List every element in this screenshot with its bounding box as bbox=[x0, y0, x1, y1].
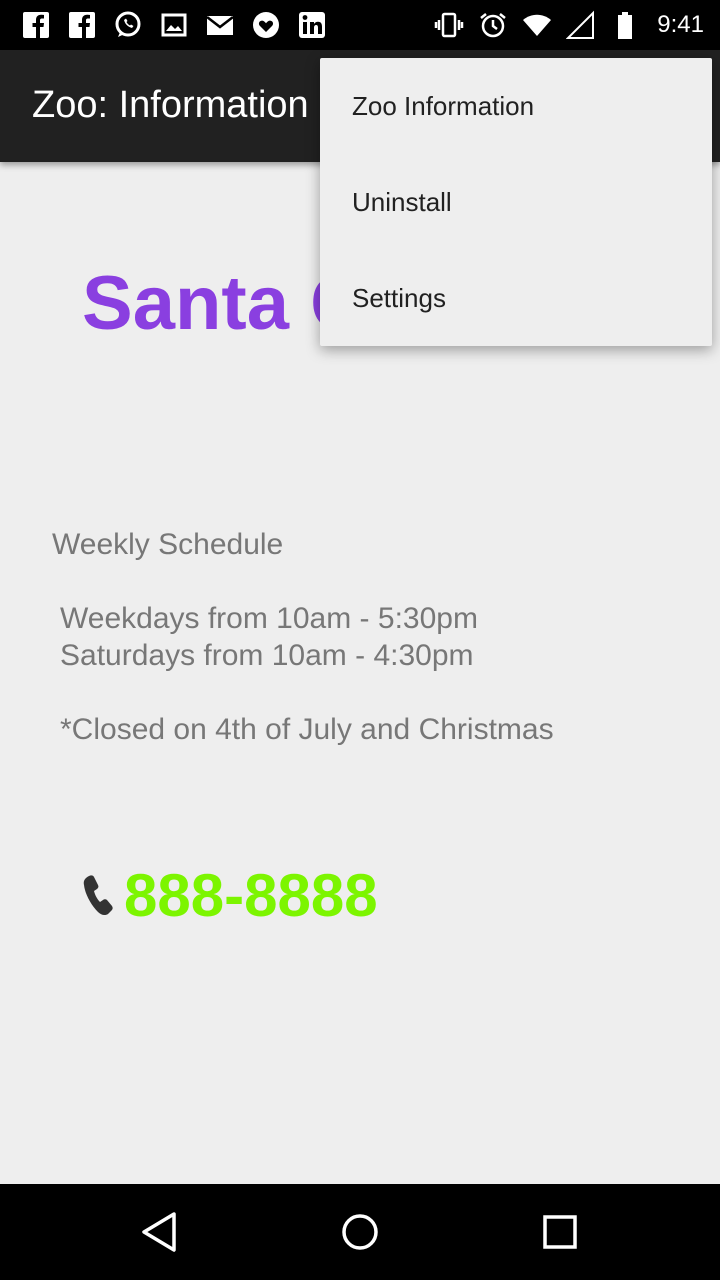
overflow-menu: Zoo Information Uninstall Settings bbox=[320, 58, 712, 346]
mail-icon bbox=[204, 9, 236, 41]
recent-apps-button[interactable] bbox=[536, 1208, 584, 1256]
phone-number[interactable]: 888-8888 bbox=[124, 861, 378, 930]
whatsapp-icon bbox=[112, 9, 144, 41]
system-icons: 9:41 bbox=[433, 8, 704, 42]
menu-item-zoo-information[interactable]: Zoo Information bbox=[320, 58, 712, 154]
phone-link[interactable]: 888-8888 bbox=[80, 861, 378, 930]
image-icon bbox=[158, 9, 190, 41]
status-clock: 9:41 bbox=[657, 11, 704, 38]
closed-note: *Closed on 4th of July and Christmas bbox=[60, 713, 554, 746]
linkedin-icon bbox=[296, 9, 328, 41]
status-bar: 9:41 bbox=[0, 0, 720, 50]
heart-icon bbox=[250, 9, 282, 41]
menu-item-settings[interactable]: Settings bbox=[320, 250, 712, 346]
battery-icon bbox=[609, 9, 641, 41]
schedule-saturdays: Saturdays from 10am - 4:30pm bbox=[60, 639, 474, 672]
schedule-heading: Weekly Schedule bbox=[52, 528, 284, 561]
back-icon bbox=[142, 1212, 176, 1252]
recent-apps-icon bbox=[543, 1215, 577, 1249]
menu-item-uninstall[interactable]: Uninstall bbox=[320, 154, 712, 250]
signal-icon bbox=[565, 9, 597, 41]
notification-icons bbox=[20, 8, 328, 42]
navigation-bar bbox=[0, 1184, 720, 1280]
vibrate-icon bbox=[433, 9, 465, 41]
home-icon bbox=[342, 1214, 378, 1250]
wifi-icon bbox=[521, 9, 553, 41]
back-button[interactable] bbox=[136, 1208, 184, 1256]
app-title: Zoo: Information bbox=[32, 84, 309, 126]
alarm-icon bbox=[477, 9, 509, 41]
facebook-icon bbox=[20, 9, 52, 41]
home-button[interactable] bbox=[336, 1208, 384, 1256]
phone-icon bbox=[80, 872, 116, 918]
facebook-icon bbox=[66, 9, 98, 41]
schedule-weekdays: Weekdays from 10am - 5:30pm bbox=[60, 602, 478, 635]
